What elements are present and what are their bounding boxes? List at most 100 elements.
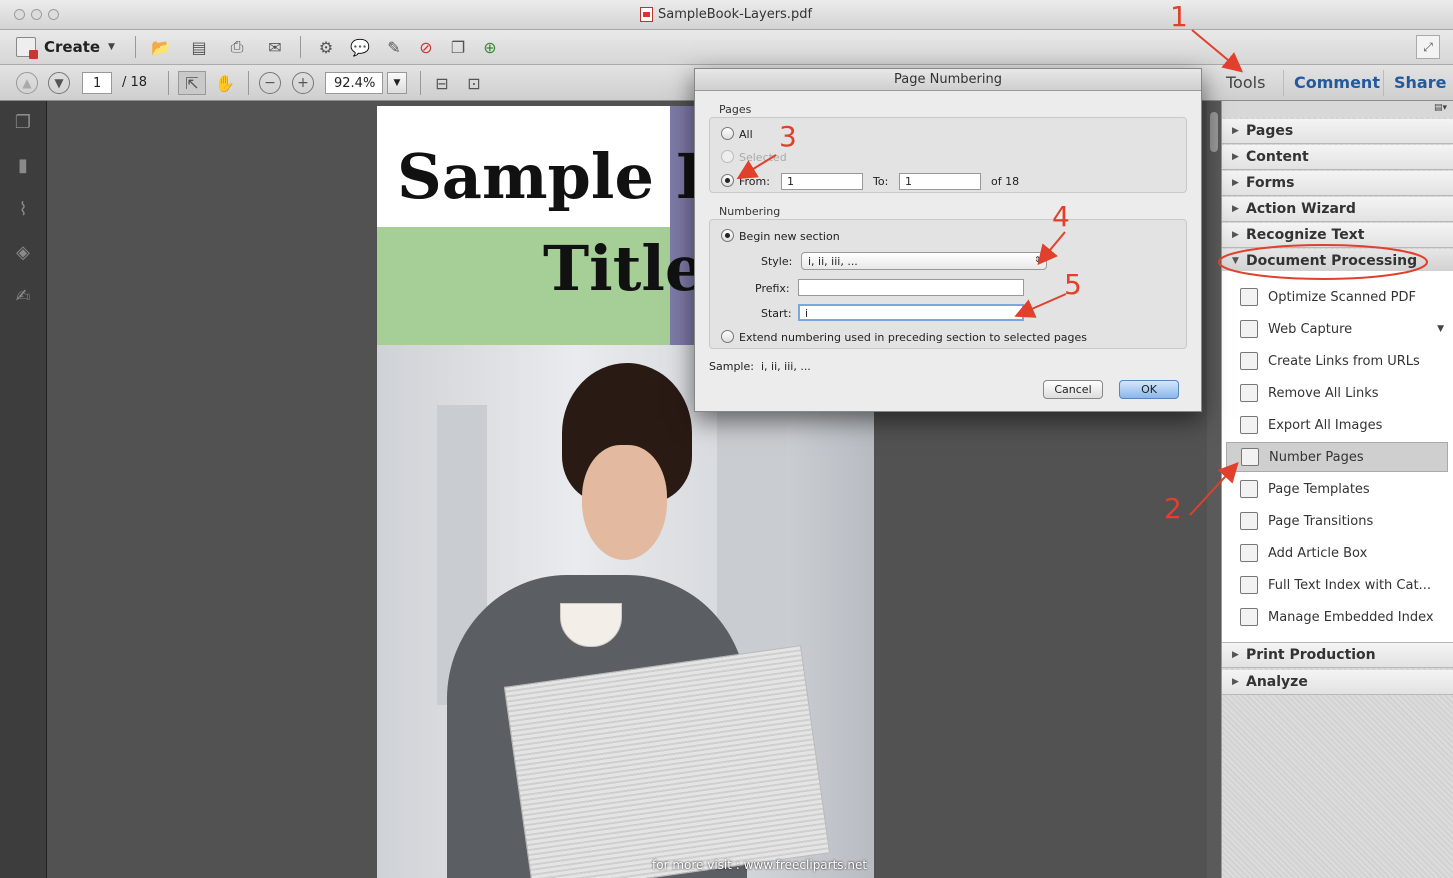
scrollbar-thumb[interactable] <box>1210 112 1218 152</box>
tab-tools[interactable]: Tools <box>1226 73 1265 92</box>
section-label: Forms <box>1246 175 1295 191</box>
print-icon[interactable]: ⎙ <box>224 35 250 59</box>
page-thumbnails-icon[interactable]: ❐ <box>13 113 33 133</box>
tool-label: Page Transitions <box>1268 513 1374 529</box>
zoom-in-icon[interactable]: + <box>292 72 314 94</box>
toolbar-divider <box>300 36 301 58</box>
tool-page-transitions[interactable]: Page Transitions <box>1226 506 1448 536</box>
section-label: Content <box>1246 149 1309 165</box>
scanner-icon <box>1240 288 1258 306</box>
close-window-button[interactable] <box>14 9 25 20</box>
attachment-icon[interactable]: ⌇ <box>13 200 33 220</box>
to-page-input[interactable]: 1 <box>899 173 981 190</box>
to-label: To: <box>873 175 889 188</box>
tool-remove-all-links[interactable]: Remove All Links <box>1226 378 1448 408</box>
annotation-number-4: 4 <box>1052 200 1070 233</box>
tool-number-pages[interactable]: Number Pages <box>1226 442 1448 472</box>
expand-icon[interactable]: ⤢ <box>1416 35 1440 59</box>
next-page-icon[interactable]: ▼ <box>48 72 70 94</box>
section-pages[interactable]: ▶ Pages <box>1222 119 1453 144</box>
tools-panel: ▤▾ ▶ Pages ▶ Content ▶ Forms ▶ Action Wizard… <box>1221 101 1453 878</box>
radio-all-label: All <box>739 128 753 141</box>
style-select[interactable]: i, ii, iii, ... ⇕ <box>801 252 1047 270</box>
tool-add-article-box[interactable]: Add Article Box <box>1226 538 1448 568</box>
zoom-dropdown[interactable]: ▼ <box>387 72 407 94</box>
zoom-window-button[interactable] <box>48 9 59 20</box>
tool-full-text-index[interactable]: Full Text Index with Cat... <box>1226 570 1448 600</box>
bookmark-icon[interactable]: ▮ <box>13 156 33 176</box>
section-forms[interactable]: ▶ Forms <box>1222 171 1453 196</box>
radio-from-label: From: <box>739 175 770 188</box>
tool-label: Page Templates <box>1268 481 1370 497</box>
triangle-right-icon: ▶ <box>1232 152 1239 162</box>
tool-label: Optimize Scanned PDF <box>1268 289 1416 305</box>
insert-page-icon[interactable]: ⊕ <box>478 35 502 59</box>
cancel-button[interactable]: Cancel <box>1043 380 1103 399</box>
zoom-level-input[interactable]: 92.4% <box>325 72 383 94</box>
prefix-input[interactable] <box>798 279 1024 296</box>
tool-optimize-scanned-pdf[interactable]: Optimize Scanned PDF <box>1226 282 1448 312</box>
radio-from[interactable] <box>721 174 734 187</box>
extract-page-icon[interactable]: ❐ <box>446 35 470 59</box>
toolbar-divider <box>420 71 421 95</box>
radio-all[interactable] <box>721 127 734 140</box>
section-print-production[interactable]: ▶ Print Production <box>1222 643 1453 668</box>
tab-divider <box>1283 70 1284 96</box>
extend-numbering-label: Extend numbering used in preceding secti… <box>739 331 1088 344</box>
layers-icon[interactable]: ◈ <box>13 243 33 263</box>
panel-options-icon[interactable]: ▤▾ <box>1434 103 1447 113</box>
start-input[interactable]: i <box>798 304 1024 321</box>
page-numbering-dialog: Page Numbering Pages All Selected From: … <box>694 68 1202 412</box>
comment-bubble-icon[interactable]: 💬 <box>348 35 372 59</box>
ok-button[interactable]: OK <box>1119 380 1179 399</box>
hand-tool-icon[interactable]: ✋ <box>212 71 238 95</box>
tab-comment[interactable]: Comment <box>1294 73 1380 92</box>
minimize-window-button[interactable] <box>31 9 42 20</box>
section-content[interactable]: ▶ Content <box>1222 145 1453 170</box>
delete-page-icon[interactable]: ⊘ <box>414 35 438 59</box>
tool-web-capture[interactable]: Web Capture ▼ <box>1226 314 1448 344</box>
web-capture-icon <box>1240 320 1258 338</box>
unlink-chain-icon <box>1240 384 1258 402</box>
tool-page-templates[interactable]: Page Templates <box>1226 474 1448 504</box>
radio-extend-numbering[interactable] <box>721 330 734 343</box>
signature-icon[interactable]: ✍ <box>13 287 33 307</box>
radio-begin-new-section[interactable] <box>721 229 734 242</box>
tool-label: Full Text Index with Cat... <box>1268 577 1431 593</box>
tab-share[interactable]: Share <box>1394 73 1446 92</box>
select-tool-icon[interactable]: ⇱ <box>178 71 206 95</box>
fit-page-icon[interactable]: ⊡ <box>462 71 486 95</box>
create-button[interactable]: Create ▼ <box>16 37 115 59</box>
triangle-right-icon: ▶ <box>1232 126 1239 136</box>
section-action-wizard[interactable]: ▶ Action Wizard <box>1222 197 1453 222</box>
save-icon[interactable]: ▤ <box>186 35 212 59</box>
triangle-right-icon: ▶ <box>1232 230 1239 240</box>
woman-face <box>582 445 667 560</box>
highlight-icon[interactable]: ✎ <box>382 35 406 59</box>
section-recognize-text[interactable]: ▶ Recognize Text <box>1222 223 1453 248</box>
annotation-number-2: 2 <box>1164 492 1182 525</box>
toolbar-divider <box>168 71 169 95</box>
vertical-scrollbar[interactable] <box>1207 101 1221 878</box>
navigation-pane: ❐ ▮ ⌇ ◈ ✍ <box>0 101 47 878</box>
tool-export-all-images[interactable]: Export All Images <box>1226 410 1448 440</box>
previous-page-icon[interactable]: ▲ <box>16 72 38 94</box>
tool-manage-embedded-index[interactable]: Manage Embedded Index <box>1226 602 1448 632</box>
gear-icon[interactable]: ⚙ <box>314 35 338 59</box>
tool-create-links[interactable]: Create Links from URLs <box>1226 346 1448 376</box>
radio-selected[interactable] <box>721 150 734 163</box>
page-transition-icon <box>1240 512 1258 530</box>
toolbar-divider <box>135 36 136 58</box>
email-icon[interactable]: ✉ <box>262 35 288 59</box>
page-total: / 18 <box>122 75 148 90</box>
section-label: Document Processing <box>1246 253 1418 269</box>
open-folder-icon[interactable]: 📂 <box>148 35 174 59</box>
page-number-input[interactable]: 1 <box>82 72 112 94</box>
fit-width-icon[interactable]: ⊟ <box>430 71 454 95</box>
triangle-right-icon: ▶ <box>1232 204 1239 214</box>
zoom-out-icon[interactable]: − <box>259 72 281 94</box>
section-analyze[interactable]: ▶ Analyze <box>1222 670 1453 695</box>
from-page-input[interactable]: 1 <box>781 173 863 190</box>
embedded-index-icon <box>1240 608 1258 626</box>
section-label: Print Production <box>1246 647 1376 663</box>
